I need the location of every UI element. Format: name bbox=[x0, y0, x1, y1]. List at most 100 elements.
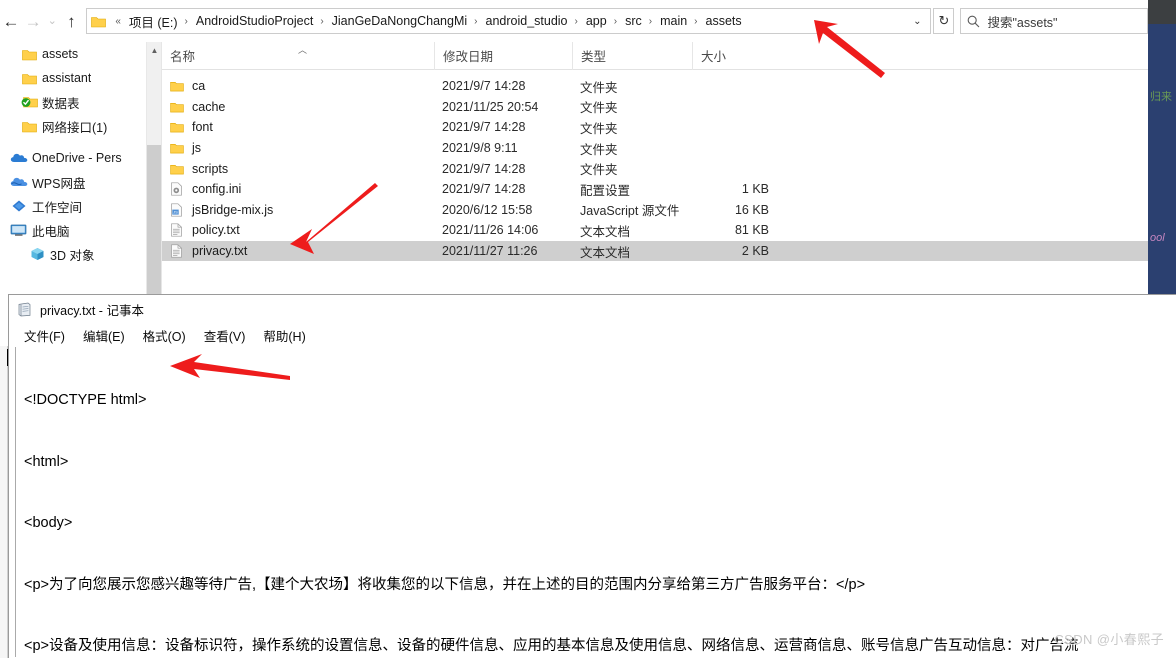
file-name-label: cache bbox=[192, 99, 226, 114]
search-input[interactable]: 搜索"assets" bbox=[960, 8, 1149, 34]
file-name-cell[interactable]: font bbox=[162, 117, 434, 138]
sidebar-item-label: 工作空间 bbox=[32, 200, 83, 215]
file-type-cell: 文件夹 bbox=[580, 121, 618, 136]
file-type-cell: JavaScript 源文件 bbox=[580, 204, 680, 219]
notepad-titlebar[interactable]: privacy.txt - 记事本 bbox=[9, 295, 1176, 323]
column-header-type[interactable]: 类型 bbox=[572, 41, 692, 70]
file-name-cell[interactable]: ca bbox=[162, 76, 434, 97]
file-name-cell[interactable]: cache bbox=[162, 97, 434, 118]
address-bar[interactable]: « 项目 (E:) › AndroidStudioProject › JianG… bbox=[86, 8, 932, 34]
sidebar-item-onedrive[interactable]: OneDrive - Pers bbox=[0, 146, 146, 170]
file-date-cell: 2021/9/7 14:28 bbox=[442, 120, 526, 135]
sidebar-item-shujubiao[interactable]: 数据表 bbox=[0, 90, 146, 114]
menu-item-edit[interactable]: 编辑(E) bbox=[74, 326, 134, 345]
file-size-cell: 2 KB bbox=[741, 244, 769, 259]
file-name-cell[interactable]: js bbox=[162, 138, 434, 159]
recent-locations-button[interactable]: ⌄ bbox=[44, 1, 60, 41]
wps-cloud-icon bbox=[6, 176, 32, 188]
chevron-down-icon[interactable]: ⌄ bbox=[904, 9, 930, 33]
table-row-selected[interactable]: privacy.txt 2021/11/27 11:26 文本文档 2 KB bbox=[162, 240, 1148, 262]
breadcrumb-item-1[interactable]: AndroidStudioProject bbox=[193, 14, 316, 28]
column-header-size[interactable]: 大小 bbox=[692, 41, 777, 70]
forward-button[interactable]: → bbox=[22, 1, 44, 41]
table-row[interactable]: JS jsBridge-mix.js 2020/6/12 15:58 JavaS… bbox=[162, 200, 1148, 221]
menu-item-view[interactable]: 查看(V) bbox=[195, 326, 255, 345]
file-name-cell[interactable]: policy.txt bbox=[162, 220, 434, 241]
folder-icon bbox=[170, 121, 192, 133]
file-name-cell[interactable]: scripts bbox=[162, 158, 434, 179]
workspace-icon bbox=[6, 199, 32, 213]
file-name-label: scripts bbox=[192, 161, 229, 176]
back-button[interactable]: ← bbox=[0, 1, 22, 41]
folder-icon bbox=[170, 101, 192, 113]
background-ide-titlebar bbox=[1148, 0, 1176, 24]
table-row[interactable]: ca 2021/9/7 14:28 文件夹 bbox=[162, 76, 1148, 97]
file-size-cell bbox=[692, 97, 777, 118]
sidebar-item-assets[interactable]: assets bbox=[0, 42, 146, 66]
file-date-cell: 2021/9/7 14:28 bbox=[442, 182, 526, 197]
column-header-label: 类型 bbox=[581, 50, 607, 64]
breadcrumb-separator-icon: › bbox=[694, 15, 698, 27]
sort-ascending-icon: ︿ bbox=[298, 44, 308, 55]
sidebar-item-label: OneDrive - Pers bbox=[32, 151, 122, 165]
file-date-cell: 2021/11/27 11:26 bbox=[442, 244, 538, 259]
table-row[interactable]: config.ini 2021/9/7 14:28 配置设置 1 KB bbox=[162, 179, 1148, 200]
file-type-cell: 文件夹 bbox=[580, 142, 618, 157]
svg-text:JS: JS bbox=[173, 209, 178, 214]
file-name-cell[interactable]: privacy.txt bbox=[162, 241, 434, 262]
file-name-label: ca bbox=[192, 79, 206, 94]
breadcrumb-item-5[interactable]: src bbox=[622, 14, 645, 28]
sidebar-item-this-pc[interactable]: 此电脑 bbox=[0, 218, 146, 242]
table-row[interactable]: policy.txt 2021/11/26 14:06 文本文档 81 KB bbox=[162, 220, 1148, 241]
scrollbar-thumb[interactable] bbox=[147, 145, 162, 295]
breadcrumb-item-4[interactable]: app bbox=[583, 14, 610, 28]
breadcrumb-overflow-icon[interactable]: « bbox=[111, 16, 126, 27]
file-date-cell: 2020/6/12 15:58 bbox=[442, 202, 533, 217]
column-header-label: 修改日期 bbox=[443, 50, 494, 64]
breadcrumb-item-2[interactable]: JianGeDaNongChangMi bbox=[329, 14, 471, 28]
file-name-cell[interactable]: config.ini bbox=[162, 179, 434, 200]
navigation-pane-scrollbar[interactable]: ▲ bbox=[146, 42, 162, 295]
file-size-cell: 16 KB bbox=[734, 202, 769, 217]
sidebar-item-workspace[interactable]: 工作空间 bbox=[0, 194, 146, 218]
notepad-text-content[interactable]: <!DOCTYPE html> <html> <body> <p>为了向您展示您… bbox=[24, 349, 1176, 657]
breadcrumb[interactable]: « 项目 (E:) › AndroidStudioProject › JianG… bbox=[109, 12, 904, 31]
file-date-cell: 2021/11/25 20:54 bbox=[442, 99, 539, 114]
sidebar-item-wps-cloud[interactable]: WPS网盘 bbox=[0, 170, 146, 194]
breadcrumb-separator-icon: › bbox=[184, 15, 188, 27]
text-caret bbox=[7, 349, 8, 366]
notepad-text-area[interactable]: <!DOCTYPE html> <html> <body> <p>为了向您展示您… bbox=[15, 347, 1176, 657]
notepad-menubar: 文件(F) 编辑(E) 格式(O) 查看(V) 帮助(H) bbox=[9, 323, 1176, 347]
folder-icon bbox=[170, 163, 192, 175]
table-row[interactable]: font 2021/9/7 14:28 文件夹 bbox=[162, 117, 1148, 138]
column-header-name[interactable]: ︿ 名称 bbox=[162, 42, 434, 70]
refresh-button[interactable]: ↻ bbox=[933, 8, 955, 34]
scroll-up-icon[interactable]: ▲ bbox=[147, 42, 162, 58]
sidebar-item-label: WPS网盘 bbox=[32, 176, 86, 191]
notepad-vertical-scrollbar[interactable] bbox=[0, 346, 8, 658]
up-button[interactable]: ↑ bbox=[60, 1, 82, 41]
breadcrumb-item-3[interactable]: android_studio bbox=[483, 14, 571, 28]
menu-item-file[interactable]: 文件(F) bbox=[15, 326, 74, 345]
sidebar-item-assistant[interactable]: assistant bbox=[0, 66, 146, 90]
file-name-label: font bbox=[192, 120, 213, 135]
menu-item-help[interactable]: 帮助(H) bbox=[254, 326, 314, 345]
file-name-label: config.ini bbox=[192, 182, 242, 197]
table-row[interactable]: cache 2021/11/25 20:54 文件夹 bbox=[162, 97, 1148, 118]
menu-item-format[interactable]: 格式(O) bbox=[134, 326, 195, 345]
file-name-cell[interactable]: JS jsBridge-mix.js bbox=[162, 200, 434, 221]
column-header-date-modified[interactable]: 修改日期 bbox=[434, 41, 572, 70]
breadcrumb-item-6[interactable]: main bbox=[657, 14, 690, 28]
breadcrumb-item-0[interactable]: 项目 (E:) bbox=[126, 12, 181, 31]
text-line: <body> bbox=[24, 515, 73, 531]
file-list-column-headers: ︿ 名称 修改日期 类型 大小 bbox=[162, 41, 1148, 70]
breadcrumb-item-7[interactable]: assets bbox=[703, 14, 745, 28]
folder-icon bbox=[16, 120, 42, 133]
sidebar-item-3d-objects[interactable]: 3D 对象 bbox=[0, 242, 146, 266]
table-row[interactable]: scripts 2021/9/7 14:28 文件夹 bbox=[162, 158, 1148, 179]
sidebar-item-wangluojiekou[interactable]: 网络接口(1) bbox=[0, 114, 146, 138]
file-date-cell: 2021/9/7 14:28 bbox=[442, 79, 526, 94]
js-file-icon: JS bbox=[170, 203, 192, 217]
table-row[interactable]: js 2021/9/8 9:11 文件夹 bbox=[162, 138, 1148, 159]
folder-icon bbox=[16, 48, 42, 61]
